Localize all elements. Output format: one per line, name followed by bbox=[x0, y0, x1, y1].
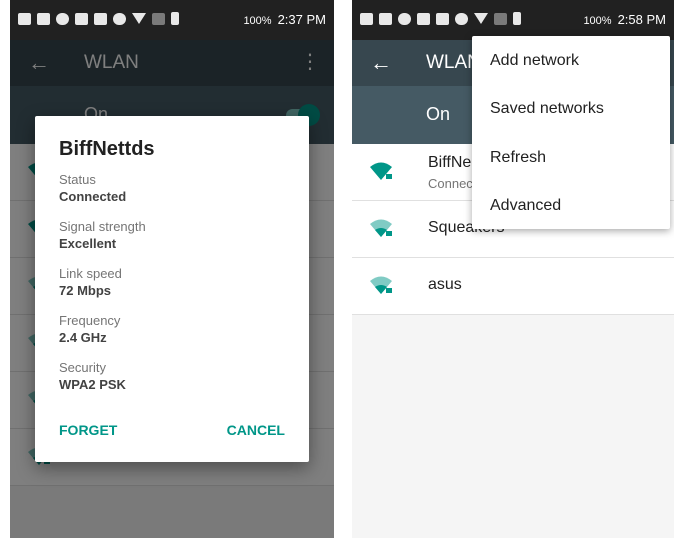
field-label: Security bbox=[59, 360, 106, 375]
switch-label: On bbox=[426, 104, 451, 124]
frequency-field: Frequency 2.4 GHz bbox=[59, 313, 146, 360]
battery-percent: 100% bbox=[243, 15, 272, 27]
notification-icons bbox=[360, 12, 521, 25]
field-value: Excellent bbox=[59, 236, 117, 251]
no-signal-icon bbox=[494, 12, 507, 25]
network-name: BiffNe bbox=[428, 154, 472, 171]
battery-icon bbox=[513, 12, 521, 25]
battery-icon bbox=[171, 12, 179, 25]
menu-item-advanced[interactable]: Advanced bbox=[490, 197, 561, 215]
back-arrow-icon[interactable]: ← bbox=[370, 51, 392, 75]
forget-button[interactable]: FORGET bbox=[59, 422, 117, 438]
field-label: Signal strength bbox=[59, 219, 146, 234]
field-value: Connected bbox=[59, 189, 127, 204]
gallery-icon bbox=[417, 12, 430, 25]
cancel-button[interactable]: CANCEL bbox=[227, 422, 285, 438]
status-bar: 100% 2:37 PM bbox=[10, 0, 334, 40]
message-icon bbox=[18, 12, 31, 25]
app-notification-icon bbox=[398, 12, 411, 25]
gallery-icon bbox=[75, 12, 88, 25]
field-label: Link speed bbox=[59, 266, 122, 281]
field-value: 72 Mbps bbox=[59, 283, 112, 298]
wifi-lock-icon bbox=[370, 276, 392, 294]
overflow-menu: Add network Saved networks Refresh Advan… bbox=[472, 36, 670, 229]
app-notification-icon bbox=[56, 12, 69, 25]
network-name: asus bbox=[428, 276, 462, 293]
right-screen: 100% 2:58 PM ← WLAN On BiffNe Connec Squ… bbox=[352, 0, 674, 538]
nfc-icon bbox=[94, 12, 107, 25]
field-value: 2.4 GHz bbox=[59, 330, 107, 345]
field-value: WPA2 PSK bbox=[59, 377, 126, 392]
status-bar: 100% 2:58 PM bbox=[352, 0, 674, 40]
security-field: Security WPA2 PSK bbox=[59, 360, 146, 407]
network-status: Connec bbox=[428, 176, 473, 191]
left-screen: 100% 2:37 PM ← WLAN ⋮ On bbox=[10, 0, 334, 538]
message-icon bbox=[360, 12, 373, 25]
vibrate-icon bbox=[455, 12, 468, 25]
network-row[interactable]: asus bbox=[352, 258, 674, 315]
dialog-title: BiffNettds bbox=[59, 138, 155, 160]
menu-item-saved-networks[interactable]: Saved networks bbox=[490, 100, 604, 118]
email-icon bbox=[379, 12, 392, 25]
field-label: Frequency bbox=[59, 313, 121, 328]
notification-icons bbox=[18, 12, 179, 25]
wifi-status-icon bbox=[474, 13, 488, 24]
signal-strength-field: Signal strength Excellent bbox=[59, 219, 146, 266]
clock: 2:37 PM bbox=[277, 12, 326, 27]
no-signal-icon bbox=[152, 12, 165, 25]
wifi-status-icon bbox=[132, 13, 146, 24]
network-details-dialog: BiffNettds Status Connected Signal stren… bbox=[35, 116, 309, 462]
nfc-icon bbox=[436, 12, 449, 25]
menu-item-refresh[interactable]: Refresh bbox=[490, 149, 546, 167]
email-icon bbox=[37, 12, 50, 25]
wifi-lock-icon bbox=[370, 219, 392, 237]
dialog-fields: Status Connected Signal strength Excelle… bbox=[59, 172, 146, 407]
battery-percent: 100% bbox=[583, 15, 612, 27]
status-field: Status Connected bbox=[59, 172, 146, 219]
clock: 2:58 PM bbox=[617, 12, 666, 27]
field-label: Status bbox=[59, 172, 96, 187]
menu-item-add-network[interactable]: Add network bbox=[490, 52, 579, 70]
link-speed-field: Link speed 72 Mbps bbox=[59, 266, 146, 313]
vibrate-icon bbox=[113, 12, 126, 25]
wifi-lock-icon bbox=[370, 162, 392, 180]
